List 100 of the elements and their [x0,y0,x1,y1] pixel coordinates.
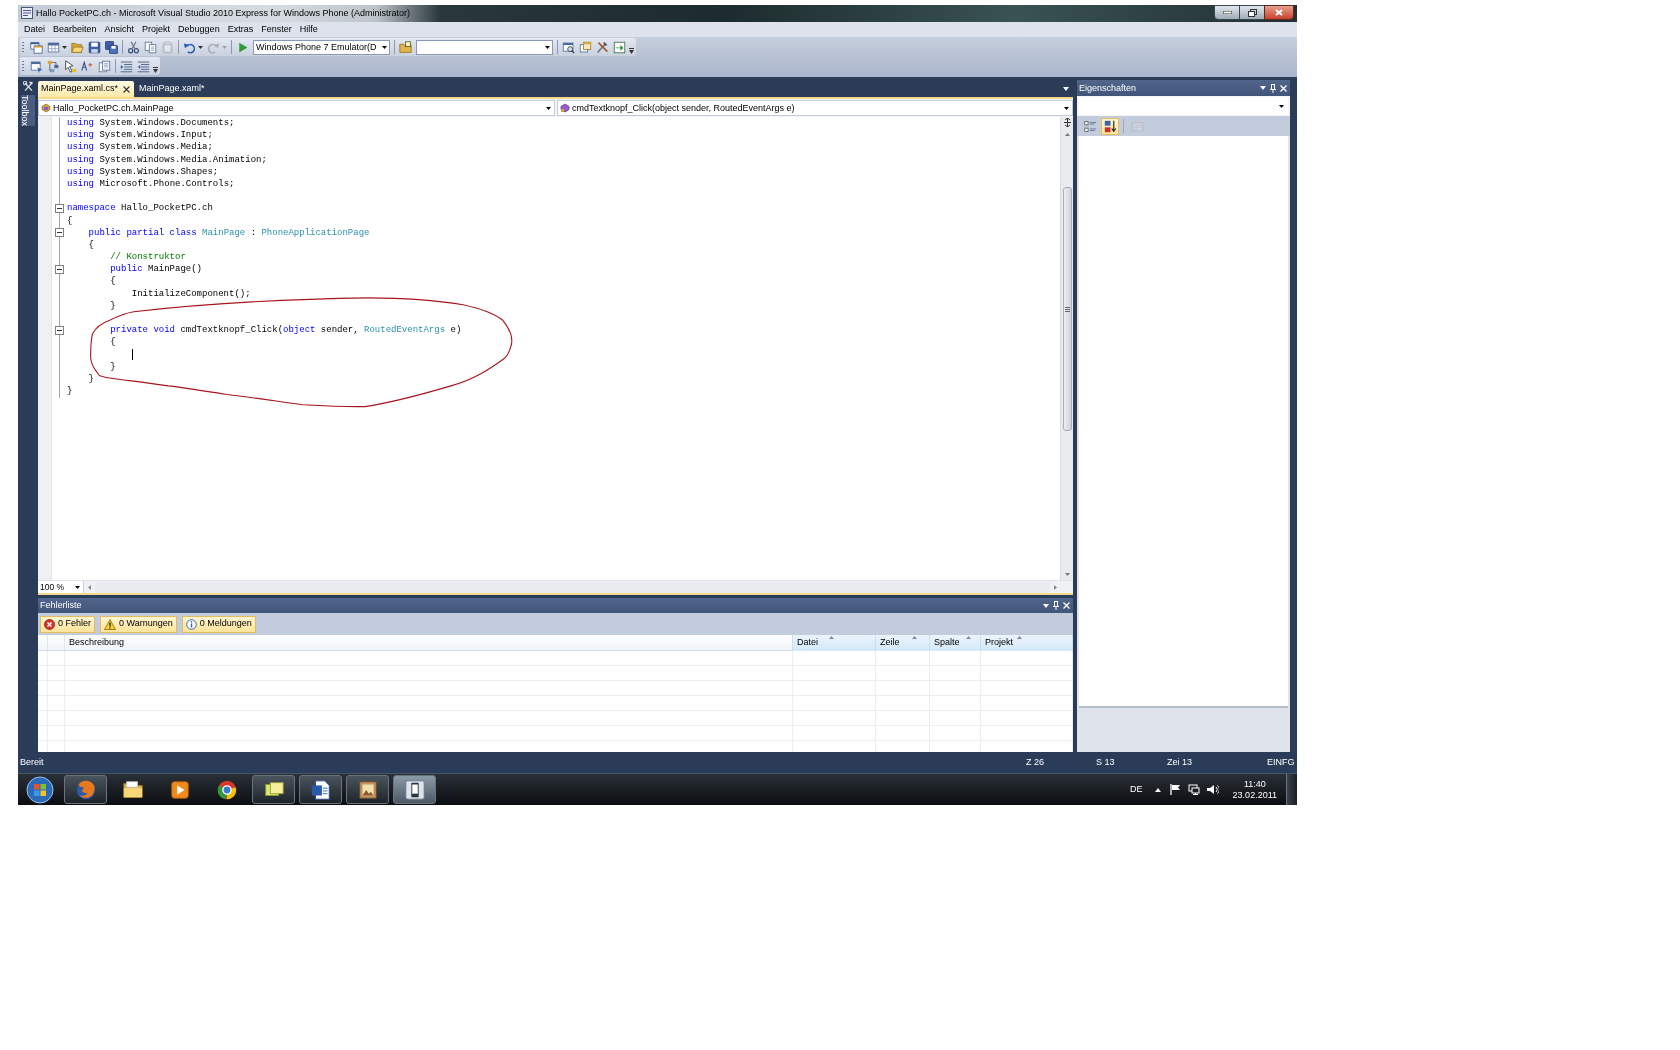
menu-item[interactable]: Hilfe [295,22,322,37]
minimize-button[interactable] [1214,5,1240,20]
sort-arrow-icon [1017,636,1022,639]
scrollbar-thumb[interactable] [1062,187,1072,431]
menu-item[interactable]: Projekt [138,22,175,37]
code-line: private void cmdTextknopf_Click(object sender, RoutedEventArgs e) [110,324,462,337]
column-header[interactable]: Zeile [876,635,930,651]
code-line: } [110,299,116,312]
code-line: { [88,238,94,252]
indent-lines-icon [120,59,133,73]
member-dropdown[interactable]: cmdTextknopf_Click(object sender, RoutedEventArgs e) [557,100,1073,116]
language-indicator[interactable]: DE [1130,782,1143,797]
caret-down-icon [198,45,203,49]
caret-down-icon [1279,104,1284,108]
dropdown-field[interactable] [416,39,553,55]
menu-item[interactable]: Ansicht [100,22,139,37]
code-line: { [110,336,116,349]
pointer-icon [64,59,77,73]
overlapping-windows-icon [579,40,592,54]
menu-item[interactable]: Datei [20,22,49,37]
sort-arrow-icon [829,636,834,639]
code-line: public partial class MainPage : PhoneApplicationPage [88,226,370,239]
status-column: S 13 [1096,755,1167,770]
filter-button[interactable]: 0 Meldungen [181,615,256,633]
scissors-icon [127,40,140,54]
show-desktop-button[interactable] [1286,774,1297,805]
clipboard-icon [161,40,174,54]
code-line: { [67,214,73,227]
menu-item[interactable]: Fenster [257,22,296,37]
toolbar-button[interactable] [397,38,414,56]
outdent-lines-icon [137,59,150,73]
toolbox-tab[interactable]: Toolbox [21,95,35,127]
caret-down-icon [1043,603,1049,608]
caret-down-icon [62,45,67,49]
taskbar-app-button[interactable] [346,775,389,804]
menu-item[interactable]: Extras [223,22,258,37]
menu-item[interactable]: Bearbeiten [49,22,101,37]
vertical-scrollbar[interactable] [1060,117,1073,580]
folder-icon [121,778,144,801]
speaker-icon [1206,784,1219,795]
arrow-window-icon [613,40,626,54]
globe-icon [74,778,97,801]
taskbar-app-button[interactable] [299,775,342,804]
taskbar-app-button[interactable] [252,775,295,804]
filter-button[interactable]: 0 Warnungen [100,615,177,633]
chevron-up-icon [1154,787,1161,792]
type-dropdown[interactable]: Hallo_PocketPC.ch.MainPage [38,100,555,116]
caret-up-icon [1064,133,1070,136]
code-line: using Microsoft.Phone.Controls; [67,177,235,191]
property-pages-icon [1130,119,1144,133]
sort-down-icon [1103,119,1117,133]
segmented-circle-icon [215,778,238,801]
play-tile-icon [168,778,191,801]
status-line: Z 26 [1026,755,1045,769]
toolbar-button[interactable] [62,57,79,75]
caret-left-icon [88,584,91,590]
window-search-icon [562,40,575,54]
status-mode: EINFG [1267,755,1296,769]
error-icon [44,618,55,630]
code-line: } [88,372,94,386]
pin-icon [1270,83,1276,93]
code-line: } [110,360,116,373]
code-line: { [110,275,116,288]
restore-button[interactable] [1240,5,1264,20]
categorized-list-icon [1083,119,1097,133]
toolbar-button[interactable] [103,38,120,56]
orb-icon [26,775,54,804]
splitter-icon [1062,118,1072,127]
document-tab[interactable]: MainPage.xaml* [136,81,209,97]
horizontal-scrollbar[interactable] [95,581,1050,593]
info-icon [185,618,197,630]
filter-button[interactable]: 0 Fehler [40,615,96,633]
close-icon [1275,9,1283,16]
document-icon [309,778,332,801]
caret-down-icon [1064,573,1070,576]
document-tab[interactable]: MainPage.xaml.cs* [38,81,135,97]
document-stack-icon [98,59,111,73]
toolbar-button[interactable] [1101,117,1119,135]
code-line: namespace Hallo_PocketPC.ch [67,202,213,215]
dropdown-field[interactable]: Windows Phone 7 Emulator(D [253,39,390,55]
caret-right-icon [1054,584,1057,590]
close-icon [1280,84,1287,92]
sort-arrow-icon [966,636,971,639]
window-stack-icon [30,40,43,54]
panel-title: Fehlerliste [39,599,83,612]
panel-title: Eigenschaften [1078,82,1138,95]
taskbar-app-button[interactable] [393,775,436,804]
column-header[interactable]: Datei [793,635,876,651]
zoom-dropdown[interactable]: 100 % [38,581,84,593]
column-header[interactable]: Spalte [930,635,981,651]
caret-down-icon [75,585,80,589]
class-icon [41,103,51,113]
menu-item[interactable]: Debuggen [174,22,224,37]
close-button[interactable] [1264,5,1294,20]
network-icon [1187,784,1200,795]
clock-date: 23.02.2011 [1232,789,1277,801]
overflow-icon [153,67,158,73]
column-header[interactable]: Projekt [981,635,1073,651]
code-line: public MainPage() [110,263,203,276]
caret-down-icon [382,45,387,49]
